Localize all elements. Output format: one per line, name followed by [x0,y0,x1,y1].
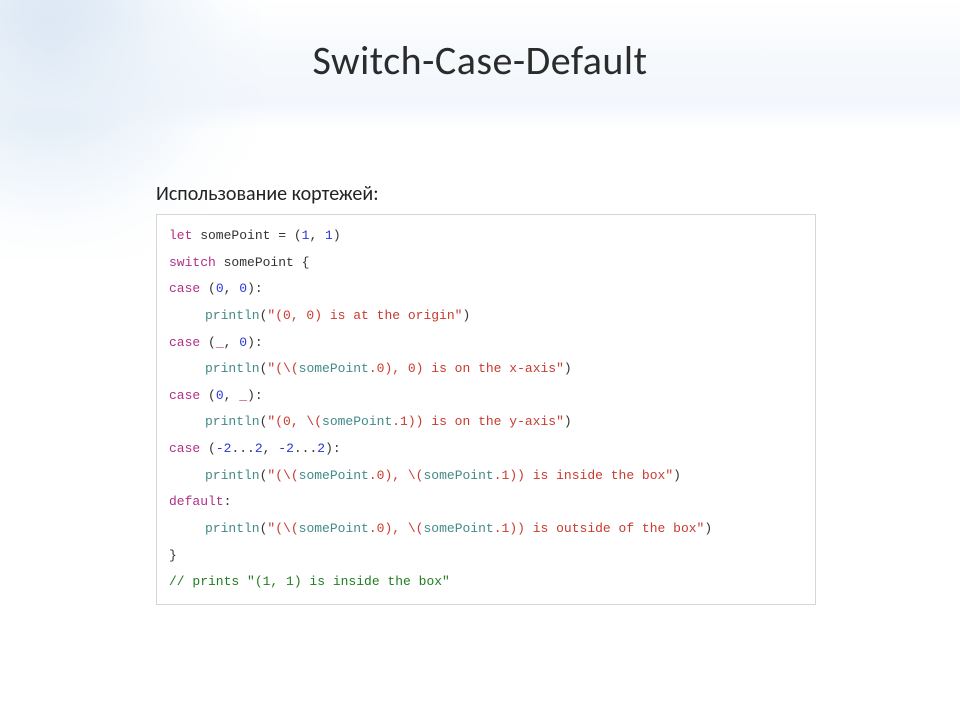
string-part: ), 0) is on the x-axis" [384,361,563,376]
code-text: , [224,335,240,350]
keyword-let: let [169,228,192,243]
number: 0 [216,388,224,403]
code-text: ) [462,308,470,323]
keyword-switch: switch [169,255,216,270]
code-line: println("(\(somePoint.0), 0) is on the x… [169,356,803,383]
number: 0 [216,281,224,296]
keyword-case: case [169,281,200,296]
code-text: : [224,494,232,509]
interp-id: somePoint [322,414,392,429]
code-text: ) [333,228,341,243]
code-text: ( [200,281,216,296]
number: 1 [325,228,333,243]
code-text: ( [200,441,216,456]
string-part: ), \( [384,521,423,536]
string-part: .0 [369,468,385,483]
code-text: } [169,548,177,563]
keyword-case: case [169,388,200,403]
code-text: ): [247,335,263,350]
code-line: println("(0, \(somePoint.1)) is on the y… [169,409,803,436]
code-text: ) [564,414,572,429]
code-line: case (0, _): [169,383,803,410]
string-part: )) is outside of the box" [509,521,704,536]
number: 0 [239,335,247,350]
number: 2 [255,441,263,456]
code-line: switch somePoint { [169,250,803,277]
code-line: case (0, 0): [169,276,803,303]
code-text: ( [200,335,216,350]
string: "(0, 0) is at the origin" [267,308,462,323]
func-println: println [205,521,260,536]
interp-id: somePoint [423,468,493,483]
func-println: println [205,468,260,483]
code-text: ... [294,441,317,456]
number: 0 [239,281,247,296]
code-text: ( [200,388,216,403]
code-text: ... [231,441,254,456]
keyword-case: case [169,441,200,456]
string-part: .1 [494,521,510,536]
keyword-default: default [169,494,224,509]
func-println: println [205,361,260,376]
code-line: let somePoint = (1, 1) [169,223,803,250]
code-block: let somePoint = (1, 1) switch somePoint … [156,214,816,605]
code-line: println("(\(somePoint.0), \(somePoint.1)… [169,463,803,490]
string-part: "(\( [267,468,298,483]
string-part: ), \( [384,468,423,483]
string-part: )) is on the y-axis" [408,414,564,429]
code-text: somePoint = ( [192,228,301,243]
code-text: ) [704,521,712,536]
code-line: } [169,543,803,570]
slide: Switch-Case-Default Использование кортеж… [0,0,960,720]
string-part: .0 [369,361,385,376]
string-part: "(\( [267,361,298,376]
string-part: "(0, \( [267,414,322,429]
interp-id: somePoint [423,521,493,536]
number: -2 [278,441,294,456]
code-text: ): [325,441,341,456]
code-line: // prints "(1, 1) is inside the box" [169,569,803,596]
wildcard: _ [239,388,247,403]
wildcard: _ [216,335,224,350]
code-text: , [263,441,279,456]
slide-title: Switch-Case-Default [0,36,960,85]
code-line: default: [169,489,803,516]
number: -2 [216,441,232,456]
code-text: , [309,228,325,243]
number: 2 [317,441,325,456]
string-part: "(\( [267,521,298,536]
interp-id: somePoint [299,468,369,483]
code-text: somePoint { [216,255,310,270]
interp-id: somePoint [299,361,369,376]
code-line: case (-2...2, -2...2): [169,436,803,463]
code-text: , [224,281,240,296]
string-part: .0 [369,521,385,536]
code-text: ) [673,468,681,483]
code-line: case (_, 0): [169,330,803,357]
code-text: ) [564,361,572,376]
string-part: .1 [392,414,408,429]
comment: // prints "(1, 1) is inside the box" [169,574,450,589]
code-text: ): [247,388,263,403]
code-text: , [224,388,240,403]
func-println: println [205,414,260,429]
code-line: println("(\(somePoint.0), \(somePoint.1)… [169,516,803,543]
code-line: println("(0, 0) is at the origin") [169,303,803,330]
slide-subtitle: Использование кортежей: [156,182,379,206]
func-println: println [205,308,260,323]
interp-id: somePoint [299,521,369,536]
string-part: )) is inside the box" [509,468,673,483]
string-part: .1 [494,468,510,483]
keyword-case: case [169,335,200,350]
code-text: ): [247,281,263,296]
